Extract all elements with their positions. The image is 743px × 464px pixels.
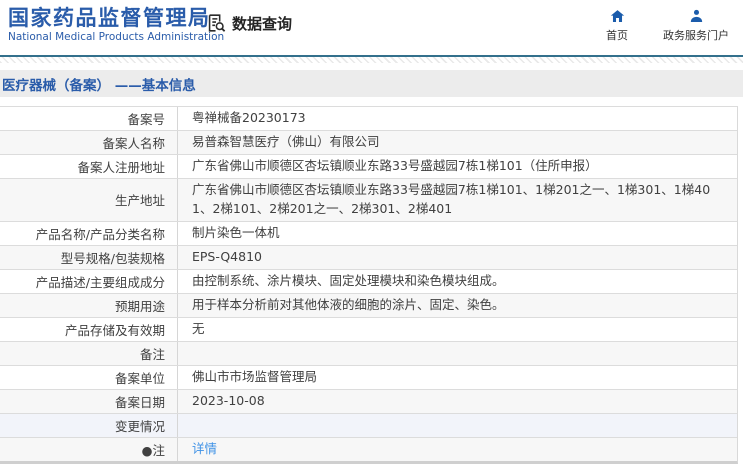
table-row: 产品存储及有效期无 bbox=[0, 317, 737, 342]
row-value: 由控制系统、涂片模块、固定处理模块和染色模块组成。 bbox=[192, 272, 505, 288]
header-hatch-strip bbox=[0, 57, 743, 63]
row-value: 无 bbox=[192, 320, 205, 336]
table-row: 备案单位 佛山市市场监督管理局 bbox=[0, 365, 737, 390]
header-nav: 首页 政务服务门户 bbox=[597, 8, 729, 43]
table-row: 产品名称/产品分类名称 制片染色一体机 bbox=[0, 221, 737, 246]
row-label: 变更情况 bbox=[0, 413, 178, 437]
row-label: 产品存储及有效期 bbox=[0, 317, 178, 341]
logo-subtitle: National Medical Products Administration bbox=[8, 31, 225, 44]
table-row: 型号规格/包装规格 EPS-Q4810 bbox=[0, 245, 737, 270]
record-info-table: 备案号 粤禅械备20230173 备案人名称 易普森智慧医疗（佛山）有限公司 备案人注册… bbox=[0, 106, 738, 464]
row-value: 佛山市市场监督管理局 bbox=[192, 368, 318, 384]
row-value: 用于样本分析前对其他体液的细胞的涂片、固定、染色。 bbox=[192, 296, 505, 312]
row-label: 备案人注册地址 bbox=[0, 155, 178, 178]
row-label: 备案单位 bbox=[0, 365, 178, 389]
table-row: 生产地址 广东省佛山市顺德区杏坛镇顺业东路33号盛越园7栋1梯101、1梯201之… bbox=[0, 179, 737, 222]
data-query-label: 数据查询 bbox=[232, 14, 293, 33]
row-value bbox=[178, 342, 737, 365]
site-header: 国家药品监督管理局 National Medical Products Admi… bbox=[0, 0, 743, 55]
nmpa-logo: 国家药品监督管理局 National Medical Products Admi… bbox=[8, 6, 225, 44]
row-value: 广东省佛山市顺德区杏坛镇顺业东路33号盛越园7栋1梯101、1梯201之一、1梯… bbox=[192, 182, 711, 216]
table-row: 备案人注册地址 广东省佛山市顺德区杏坛镇顺业东路33号盛越园7栋1梯101（住所申… bbox=[0, 155, 737, 179]
row-label: 备案号 bbox=[0, 107, 178, 130]
row-label: 备注 bbox=[0, 341, 178, 365]
nav-portal-label: 政务服务门户 bbox=[663, 29, 729, 42]
table-row: 变更情况 bbox=[0, 413, 737, 438]
row-value: EPS-Q4810 bbox=[192, 248, 262, 264]
nav-home[interactable]: 首页 bbox=[597, 8, 637, 43]
row-label: 型号规格/包装规格 bbox=[0, 245, 178, 269]
row-label: 产品名称/产品分类名称 bbox=[0, 221, 178, 245]
row-value: 广东省佛山市顺德区杏坛镇顺业东路33号盛越园7栋1梯101（住所申报） bbox=[192, 158, 598, 174]
row-label: 备案人名称 bbox=[0, 131, 178, 154]
logo-title: 国家药品监督管理局 bbox=[8, 6, 211, 30]
row-value: 制片染色一体机 bbox=[192, 224, 280, 240]
table-row: 备案号 粤禅械备20230173 bbox=[0, 107, 737, 131]
row-label: ●注 bbox=[0, 437, 178, 461]
row-value: 2023-10-08 bbox=[192, 392, 265, 408]
row-value: 易普森智慧医疗（佛山）有限公司 bbox=[192, 134, 380, 150]
detail-link[interactable]: 详情 bbox=[192, 440, 217, 459]
person-icon bbox=[688, 8, 705, 24]
nav-portal[interactable]: 政务服务门户 bbox=[663, 8, 729, 43]
title-band: 医疗器械（备案） ——基本信息 bbox=[0, 70, 743, 97]
row-label: 预期用途 bbox=[0, 293, 178, 317]
row-label: 产品描述/主要组成成分 bbox=[0, 269, 178, 293]
table-row: 备注 bbox=[0, 341, 737, 366]
table-row: 产品描述/主要组成成分 由控制系统、涂片模块、固定处理模块和染色模块组成。 bbox=[0, 269, 737, 294]
row-value: 详情 bbox=[178, 438, 737, 461]
nav-home-label: 首页 bbox=[606, 29, 628, 42]
house-icon bbox=[609, 8, 626, 24]
table-row: 预期用途 用于样本分析前对其他体液的细胞的涂片、固定、染色。 bbox=[0, 293, 737, 318]
table-row: 备案日期 2023-10-08 bbox=[0, 389, 737, 414]
page-title: 医疗器械（备案） ——基本信息 bbox=[2, 77, 196, 94]
row-label: 备案日期 bbox=[0, 389, 178, 413]
document-magnifier-icon bbox=[205, 12, 227, 34]
data-query-nav[interactable]: 数据查询 bbox=[205, 12, 292, 34]
table-row: 备案人名称 易普森智慧医疗（佛山）有限公司 bbox=[0, 131, 737, 155]
table-row: ●注 详情 bbox=[0, 437, 737, 461]
row-value bbox=[178, 414, 737, 437]
row-value: 粤禅械备20230173 bbox=[192, 110, 306, 126]
row-label: 生产地址 bbox=[0, 179, 178, 221]
